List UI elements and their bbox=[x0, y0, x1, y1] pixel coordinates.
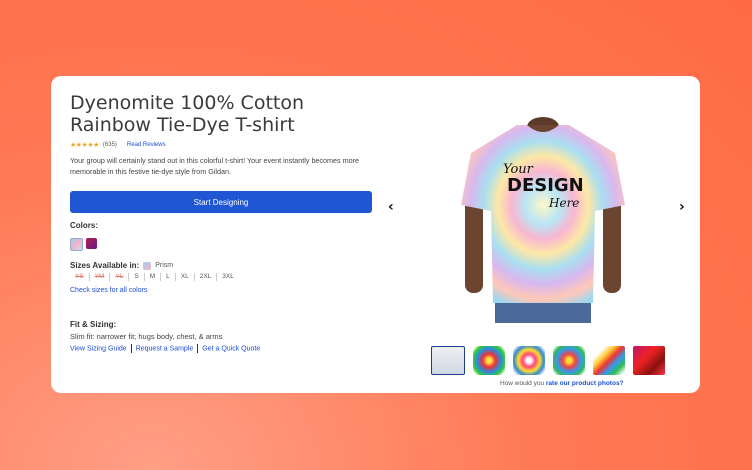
shirt-design-text-2: DESIGN bbox=[507, 175, 584, 196]
rate-photos: How would you rate our product photos? bbox=[500, 380, 624, 387]
chevron-left-icon[interactable]: ‹ bbox=[388, 199, 394, 215]
product-title: Dyenomite 100% Cotton Rainbow Tie-Dye T-… bbox=[70, 92, 372, 136]
color-swatch-purple[interactable] bbox=[86, 238, 97, 249]
size-ym: YM bbox=[90, 273, 111, 281]
product-main-image: Your DESIGN Here bbox=[461, 117, 625, 323]
divider bbox=[197, 344, 199, 353]
title-line-1: Dyenomite 100% Cotton bbox=[70, 92, 305, 114]
read-reviews-link[interactable]: Read Reviews bbox=[127, 142, 166, 148]
star-rating-icon: ★★★★★ bbox=[70, 142, 99, 149]
sizes-label: Sizes Available in: bbox=[70, 261, 140, 270]
review-count: (635) bbox=[102, 142, 117, 148]
fit-description: Slim fit: narrower fit; hugs body, chest… bbox=[70, 332, 223, 341]
size-3xl: 3XL bbox=[222, 273, 234, 280]
size-m: M bbox=[145, 273, 162, 281]
thumbnail-gallery bbox=[431, 346, 665, 375]
thumbnail-6[interactable] bbox=[633, 346, 665, 375]
thumbnail-4[interactable] bbox=[553, 346, 585, 375]
rate-prefix: How would you bbox=[500, 380, 545, 387]
size-l: L bbox=[161, 273, 176, 281]
rating-row: ★★★★★ (635) Read Reviews bbox=[70, 140, 372, 150]
size-list: YS YM YL S M L XL 2XL 3XL bbox=[70, 273, 372, 281]
thumbnail-5[interactable] bbox=[593, 346, 625, 375]
color-swatch-prism[interactable] bbox=[70, 238, 83, 251]
colors-section: Colors: bbox=[70, 221, 372, 251]
shirt-design-text-3: Here bbox=[548, 196, 579, 210]
quick-quote-link[interactable]: Get a Quick Quote bbox=[202, 345, 260, 352]
prism-swatch-icon bbox=[143, 261, 152, 270]
colors-label: Colors: bbox=[70, 221, 98, 230]
fit-links: View Sizing Guide Request a Sample Get a Q… bbox=[70, 344, 372, 353]
title-line-2: Rainbow Tie-Dye T-shirt bbox=[70, 114, 295, 136]
size-yl: YL bbox=[110, 273, 130, 281]
view-sizing-guide-link[interactable]: View Sizing Guide bbox=[70, 345, 127, 352]
divider bbox=[130, 344, 132, 353]
thumbnail-1[interactable] bbox=[431, 346, 465, 375]
chevron-right-icon[interactable]: › bbox=[679, 199, 685, 215]
size-xl: XL bbox=[176, 273, 195, 281]
check-sizes-link[interactable]: Check sizes for all colors bbox=[70, 287, 372, 294]
fit-section: Fit & Sizing: Slim fit: narrower fit; hu… bbox=[70, 320, 372, 353]
product-description: Your group will certainly stand out in t… bbox=[70, 156, 359, 176]
selected-color-name: Prism bbox=[155, 262, 174, 269]
fit-label: Fit & Sizing: bbox=[70, 320, 117, 329]
size-s: S bbox=[129, 273, 145, 281]
size-2xl: 2XL bbox=[195, 273, 218, 281]
product-card: Dyenomite 100% Cotton Rainbow Tie-Dye T-… bbox=[51, 76, 700, 393]
sizes-header: Sizes Available in: Prism bbox=[70, 261, 372, 270]
product-info: Dyenomite 100% Cotton Rainbow Tie-Dye T-… bbox=[70, 92, 372, 353]
start-designing-button[interactable]: Start Designing bbox=[70, 191, 372, 213]
size-ys: YS bbox=[70, 273, 90, 281]
thumbnail-2[interactable] bbox=[473, 346, 505, 375]
rate-photos-link[interactable]: rate our product photos? bbox=[546, 380, 624, 387]
thumbnail-3[interactable] bbox=[513, 346, 545, 375]
request-sample-link[interactable]: Request a Sample bbox=[136, 345, 194, 352]
color-swatches bbox=[70, 238, 372, 251]
